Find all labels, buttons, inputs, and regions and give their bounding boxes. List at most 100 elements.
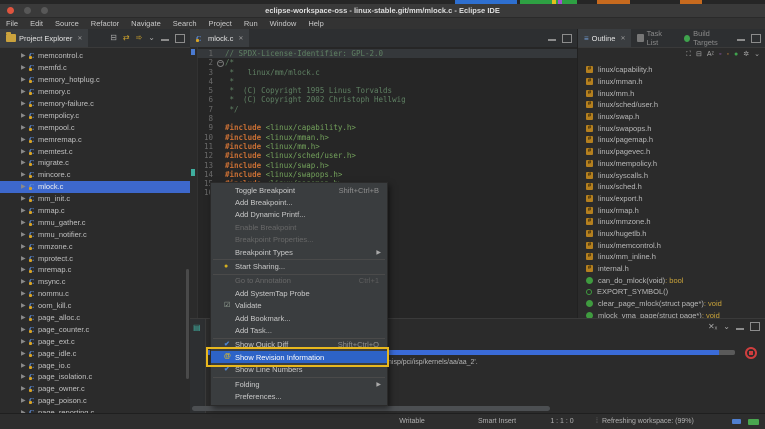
code-line[interactable]: 11#include <linux/mm.h> [197, 142, 577, 151]
expand-arrow-icon[interactable]: ▶ [21, 100, 29, 107]
file-row[interactable]: ▶Cmprotect.c [0, 252, 190, 264]
menu-item-add-bookmark[interactable]: Add Bookmark... [211, 312, 387, 324]
menu-item-preferences[interactable]: Preferences... [211, 390, 387, 402]
hide-static-members-icon[interactable]: ◦ [727, 50, 729, 60]
menubar-item-window[interactable]: Window [264, 18, 303, 29]
expand-arrow-icon[interactable]: ▶ [21, 159, 29, 166]
outline-member-row[interactable]: can_do_mlock(void) : bool [578, 274, 765, 286]
code-line[interactable]: 10#include <linux/mman.h> [197, 133, 577, 142]
maximize-view-icon[interactable] [750, 322, 760, 331]
code-line[interactable]: 7 */ [197, 105, 577, 114]
code-line[interactable]: 6 * (C) Copyright 2002 Christoph Hellwig [197, 95, 577, 104]
line-number[interactable]: 14 [197, 170, 216, 179]
expand-arrow-icon[interactable]: ▶ [21, 373, 29, 380]
view-shortcut-icon[interactable]: ▤ [193, 323, 201, 333]
file-row[interactable]: ▶Cnommu.c [0, 288, 190, 300]
outline-include-row[interactable]: #linux/mm_inline.h [578, 251, 765, 263]
explorer-scrollbar[interactable] [186, 269, 189, 379]
outline-include-row[interactable]: #linux/hugetlb.h [578, 228, 765, 240]
code-line[interactable]: 14#include <linux/swapops.h> [197, 170, 577, 179]
outline-include-row[interactable]: #linux/mman.h [578, 76, 765, 88]
tab-build-targets[interactable]: Build Targets [678, 29, 737, 47]
file-row[interactable]: ▶Cpage_ext.c [0, 335, 190, 347]
menubar-item-run[interactable]: Run [238, 18, 264, 29]
expand-arrow-icon[interactable]: ▶ [21, 385, 29, 392]
tab-close-icon[interactable]: ✕ [77, 35, 82, 42]
view-menu-chevron-icon[interactable]: ⌄ [723, 322, 730, 332]
file-row[interactable]: ▶Cpage_isolation.c [0, 371, 190, 383]
tab-mlock-c[interactable]: C mlock.c ✕ [190, 29, 249, 47]
line-number[interactable]: 4 [197, 77, 216, 86]
cancel-operation-button[interactable] [745, 347, 757, 359]
outline-include-row[interactable]: #linux/swapops.h [578, 122, 765, 134]
menu-item-toggle-breakpoint[interactable]: Toggle BreakpointShift+Ctrl+B [211, 184, 387, 196]
sort-icon[interactable]: Aᶻ [707, 50, 714, 60]
line-number[interactable]: 9 [197, 123, 216, 132]
link-with-editor-icon[interactable]: ⇄ [123, 33, 130, 43]
maximize-view-icon[interactable] [562, 34, 572, 43]
outline-include-row[interactable]: #linux/rmap.h [578, 204, 765, 216]
maximize-view-icon[interactable] [751, 34, 761, 43]
menubar-item-search[interactable]: Search [167, 18, 203, 29]
close-window-button[interactable] [7, 7, 14, 14]
outline-include-row[interactable]: #linux/export.h [578, 193, 765, 205]
outline-include-row[interactable]: #linux/memcontrol.h [578, 239, 765, 251]
minimize-window-button[interactable] [24, 7, 31, 14]
expand-arrow-icon[interactable]: ▶ [21, 338, 29, 345]
outline-include-row[interactable]: #linux/pagevec.h [578, 146, 765, 158]
outline-include-row[interactable]: #linux/mempolicy.h [578, 158, 765, 170]
code-line[interactable]: 2–/* [197, 58, 577, 67]
file-row[interactable]: ▶Cmm_init.c [0, 193, 190, 205]
outline-include-row[interactable]: #linux/capability.h [578, 64, 765, 76]
expand-arrow-icon[interactable]: ▶ [21, 112, 29, 119]
expand-arrow-icon[interactable]: ▶ [21, 314, 29, 321]
code-line[interactable]: 3 * linux/mm/mlock.c [197, 68, 577, 77]
code-line[interactable]: 1// SPDX-License-Identifier: GPL-2.0 [197, 49, 577, 58]
hide-non-public-icon[interactable]: ● [734, 50, 738, 60]
file-row[interactable]: ▶Cpage_idle.c [0, 347, 190, 359]
code-line[interactable]: 5 * (C) Copyright 1995 Linus Torvalds [197, 86, 577, 95]
expand-arrow-icon[interactable]: ▶ [21, 326, 29, 333]
minimize-view-icon[interactable] [736, 328, 744, 330]
maximize-view-icon[interactable] [175, 34, 185, 43]
file-row[interactable]: ▶Cpage_owner.c [0, 383, 190, 395]
menu-item-validate[interactable]: ☑Validate [211, 300, 387, 312]
menubar-item-file[interactable]: File [0, 18, 24, 29]
file-row[interactable]: ▶Cmempolicy.c [0, 109, 190, 121]
expand-arrow-icon[interactable]: ▶ [21, 88, 29, 95]
line-number[interactable]: 3 [197, 68, 216, 77]
expand-arrow-icon[interactable]: ▶ [21, 266, 29, 273]
outline-member-row[interactable]: EXPORT_SYMBOL() [578, 286, 765, 298]
menubar-item-source[interactable]: Source [49, 18, 85, 29]
file-row[interactable]: ▶Cmempool.c [0, 121, 190, 133]
line-number[interactable]: 7 [197, 105, 216, 114]
line-number[interactable]: 6 [197, 95, 216, 104]
line-number[interactable]: 5 [197, 86, 216, 95]
outline-include-row[interactable]: #linux/sched/user.h [578, 99, 765, 111]
menu-item-show-line-numbers[interactable]: ✔Show Line Numbers [211, 363, 387, 375]
tab-close-icon[interactable]: ✕ [620, 35, 625, 42]
view-menu-chevron-icon[interactable]: ⌄ [148, 33, 155, 43]
file-row[interactable]: ▶Cmemory-failure.c [0, 98, 190, 110]
outline-include-row[interactable]: #internal.h [578, 263, 765, 275]
expand-arrow-icon[interactable]: ▶ [21, 148, 29, 155]
expand-arrow-icon[interactable]: ▶ [21, 278, 29, 285]
hide-fields-icon[interactable]: ◦ [719, 50, 721, 60]
code-line[interactable]: 4 * [197, 77, 577, 86]
menu-item-add-task[interactable]: Add Task... [211, 324, 387, 336]
file-row[interactable]: ▶Cmincore.c [0, 169, 190, 181]
minimize-view-icon[interactable] [737, 39, 745, 41]
line-number[interactable]: 8 [197, 114, 216, 123]
focus-icon[interactable]: ⛶ [686, 50, 691, 60]
menu-item-folding[interactable]: Folding▶ [211, 378, 387, 390]
file-row[interactable]: ▶Cmlock.c [0, 181, 190, 193]
file-row[interactable]: ▶Cmmu_notifier.c [0, 228, 190, 240]
progress-indicator-icon[interactable] [748, 419, 759, 425]
outline-member-row[interactable]: mlock_vma_page(struct page*) : void [578, 309, 765, 318]
expand-arrow-icon[interactable]: ▶ [21, 302, 29, 309]
menu-item-add-breakpoint[interactable]: Add Breakpoint... [211, 196, 387, 208]
minimize-view-icon[interactable] [548, 39, 556, 41]
file-row[interactable]: ▶Cmemremap.c [0, 133, 190, 145]
expand-arrow-icon[interactable]: ▶ [21, 290, 29, 297]
filters-icon[interactable]: ✲ [743, 50, 749, 60]
